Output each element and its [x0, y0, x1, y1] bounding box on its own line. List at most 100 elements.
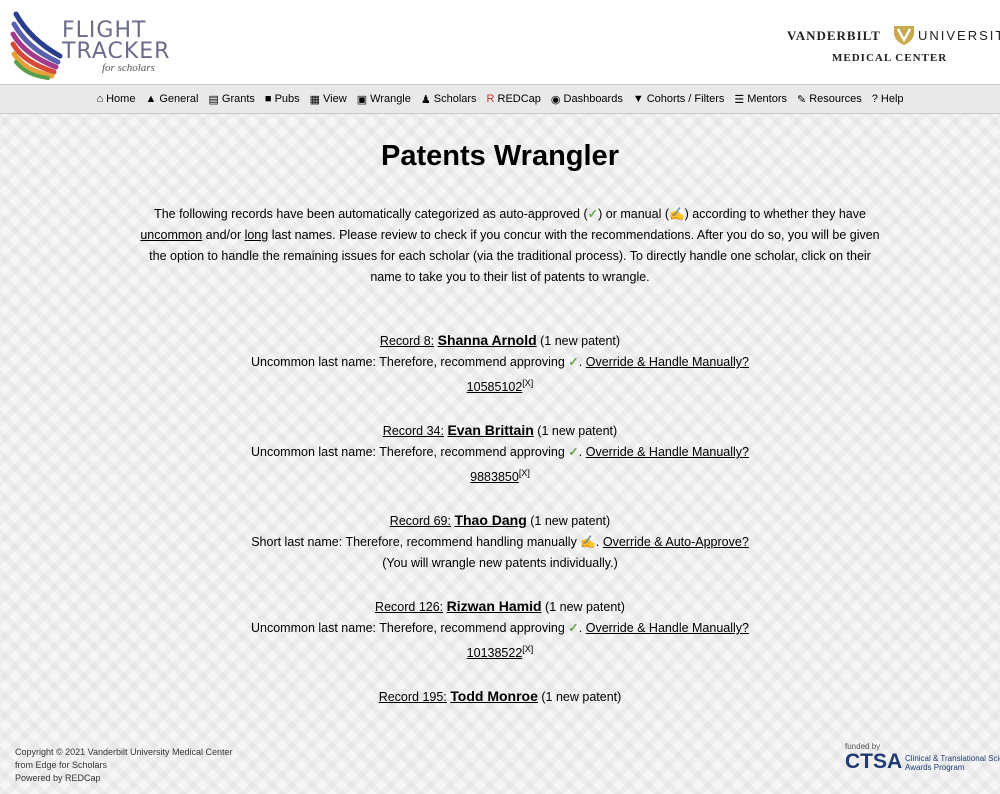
- record-label-link[interactable]: Record 34:: [383, 424, 444, 438]
- page-title: Patents Wrangler: [381, 140, 619, 172]
- records-list: Record 8: Shanna Arnold (1 new patent) Un…: [0, 330, 1000, 730]
- record-label-link[interactable]: Record 69:: [390, 514, 451, 528]
- ctsa-logo: funded by CTSA Clinical & Translational …: [845, 742, 1000, 773]
- override-link[interactable]: Override & Auto-Approve?: [603, 535, 749, 549]
- override-link[interactable]: Override & Handle Manually?: [586, 355, 749, 369]
- grants-icon: ▤: [208, 93, 219, 106]
- patent-count: (1 new patent): [541, 690, 622, 705]
- institution-name-left: VANDERBILT: [787, 28, 881, 43]
- powered-by-text: Powered by REDCap: [15, 773, 101, 783]
- override-link[interactable]: Override & Handle Manually?: [586, 445, 749, 459]
- remove-patent-link[interactable]: [X]: [519, 468, 530, 478]
- patent-number-link[interactable]: 9883850: [470, 470, 519, 484]
- nav-item-mentors[interactable]: ☰ Mentors: [734, 93, 787, 106]
- nav-item-label: Resources: [809, 93, 862, 105]
- scholar-name-link[interactable]: Shanna Arnold: [438, 332, 537, 348]
- nav-item-label: Mentors: [747, 93, 787, 105]
- nav-item-label: Help: [880, 93, 904, 105]
- scholar-name-link[interactable]: Todd Monroe: [450, 688, 538, 704]
- institution-sub: MEDICAL CENTER: [832, 52, 948, 64]
- nav-item-home[interactable]: ⌂ Home: [96, 93, 135, 105]
- record-header: Record 8: Shanna Arnold (1 new patent): [0, 330, 1000, 352]
- record-header: Record 69: Thao Dang (1 new patent): [0, 510, 1000, 532]
- remove-patent-link[interactable]: [X]: [522, 644, 533, 654]
- ctsa-subtitle: Clinical & Translational Science Awards …: [905, 754, 1000, 772]
- patent-number-link[interactable]: 10138522: [467, 646, 523, 660]
- main-nav: ⌂ Home ▲ General ▤ Grants ■ Pubs ▦ View ▣ Wrangle ♟ S…: [0, 84, 1000, 114]
- copyright-text: Copyright © 2021 Vanderbilt University M…: [15, 747, 233, 757]
- recommendation-text: Short last name: Therefore, recommend ha…: [251, 535, 577, 550]
- nav-item-general[interactable]: ▲ General: [145, 93, 198, 105]
- institution-name-right: UNIVERSITY: [918, 28, 1000, 43]
- intro-text-1: The following records have been automati…: [154, 207, 588, 221]
- nav-item-label: Grants: [221, 93, 255, 105]
- hand-writing-icon: ✍: [580, 535, 596, 550]
- nav-item-view[interactable]: ▦ View: [310, 93, 347, 106]
- record-label-link[interactable]: Record 8:: [380, 334, 434, 348]
- patent-count: (1 new patent): [537, 424, 618, 439]
- uncommon-link[interactable]: uncommon: [140, 228, 202, 242]
- intro-text-3: ) according to whether they have: [684, 207, 866, 221]
- nav-item-label: Wrangle: [370, 93, 411, 105]
- app-header: FLIGHT TRACKER for scholars VANDERBILT U…: [0, 0, 1000, 84]
- record-block: Record 34: Evan Brittain (1 new patent) U…: [0, 420, 1000, 488]
- nav-item-label: Dashboards: [563, 93, 623, 105]
- scholar-name-link[interactable]: Rizwan Hamid: [447, 598, 542, 614]
- record-note: (You will wrangle new patents individual…: [382, 556, 618, 571]
- record-block: Record 8: Shanna Arnold (1 new patent) Un…: [0, 330, 1000, 398]
- record-recommendation: Uncommon last name: Therefore, recommend…: [250, 355, 749, 369]
- nav-item-cohorts-filters[interactable]: ▼ Cohorts / Filters: [633, 93, 725, 105]
- nav-item-label: Home: [106, 93, 136, 105]
- record-header: Record 126: Rizwan Hamid (1 new patent): [0, 596, 1000, 618]
- intro-paragraph: The following records have been automati…: [140, 204, 880, 288]
- nav-item-label: View: [323, 93, 347, 105]
- nav-item-label: General: [159, 93, 199, 105]
- check-icon: ✓: [587, 207, 599, 221]
- redcap-icon: R: [486, 93, 495, 105]
- recommendation-text: Uncommon last name: Therefore, recommend…: [250, 621, 565, 636]
- patent-line: 10138522[X]: [0, 639, 1000, 664]
- nav-item-pubs[interactable]: ■ Pubs: [265, 93, 300, 105]
- record-label-link[interactable]: Record 126:: [375, 600, 443, 614]
- wrangle-icon: ▣: [356, 93, 368, 106]
- general-icon: ▲: [145, 93, 157, 105]
- remove-patent-link[interactable]: [X]: [522, 378, 533, 388]
- record-header: Record 195: Todd Monroe (1 new patent): [0, 686, 1000, 708]
- patent-count: (1 new patent): [545, 600, 625, 615]
- record-header: Record 34: Evan Brittain (1 new patent): [0, 420, 1000, 442]
- nav-item-label: Scholars: [433, 93, 477, 105]
- nav-item-redcap[interactable]: R REDCap: [487, 93, 541, 105]
- nav-item-scholars[interactable]: ♟ Scholars: [421, 93, 477, 106]
- record-label-link[interactable]: Record 195:: [379, 690, 447, 704]
- patent-count: (1 new patent): [530, 514, 611, 529]
- patent-line: 9883850[X]: [0, 463, 1000, 488]
- scholar-name-link[interactable]: Evan Brittain: [447, 422, 533, 438]
- recommendation-text: Uncommon last name: Therefore, recommend…: [250, 445, 565, 460]
- nav-item-help[interactable]: ? Help: [872, 93, 904, 105]
- override-link[interactable]: Override & Handle Manually?: [586, 621, 749, 635]
- record-recommendation: Uncommon last name: Therefore, recommend…: [250, 445, 749, 460]
- nav-item-grants[interactable]: ▤ Grants: [208, 93, 254, 106]
- patent-number-link[interactable]: 10585102: [467, 380, 523, 394]
- nav-item-label: REDCap: [497, 93, 541, 105]
- dashboards-icon: ◉: [550, 93, 561, 106]
- flight-tracker-logo-icon[interactable]: [8, 10, 64, 85]
- mentors-icon: ☰: [734, 93, 745, 106]
- nav-item-resources[interactable]: ✎ Resources: [797, 93, 862, 106]
- nav-item-dashboards[interactable]: ◉ Dashboards: [551, 93, 623, 106]
- ctsa-wordmark: CTSA: [845, 750, 903, 773]
- check-icon: ✓: [568, 621, 579, 636]
- logo-text-for-scholars: for scholars: [102, 62, 155, 74]
- edge-for-scholars-text: from Edge for Scholars: [15, 760, 108, 770]
- filter-icon: ▼: [632, 93, 644, 105]
- nav-item-wrangle[interactable]: ▣ Wrangle: [357, 93, 411, 106]
- home-icon: ⌂: [96, 93, 104, 105]
- nav-item-label: Pubs: [274, 93, 300, 105]
- logo-text-tracker: TRACKER: [62, 39, 171, 64]
- scholar-name-link[interactable]: Thao Dang: [454, 512, 526, 528]
- check-icon: ✓: [568, 355, 579, 369]
- long-link[interactable]: long: [245, 228, 269, 242]
- record-recommendation: Uncommon last name: Therefore, recommend…: [250, 621, 749, 636]
- scholars-icon: ♟: [420, 93, 431, 106]
- vanderbilt-shield-icon: [893, 24, 915, 51]
